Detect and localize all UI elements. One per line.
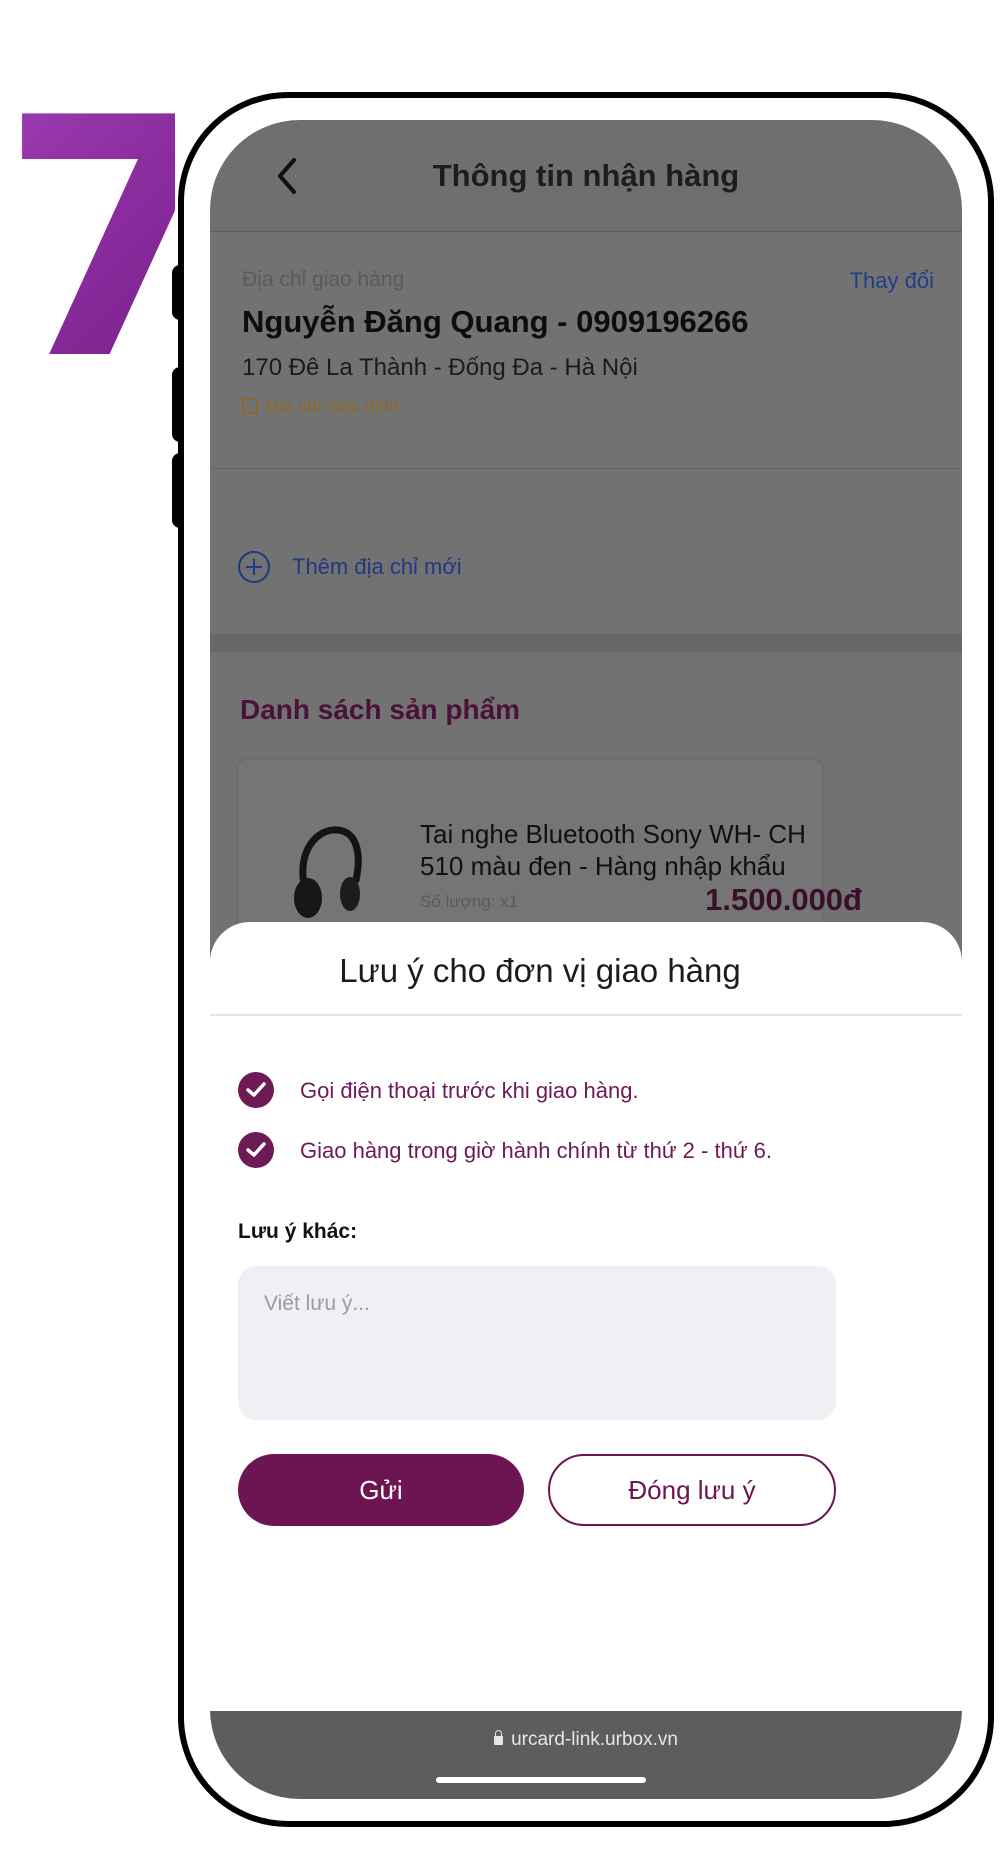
default-address-label: Địa chỉ mặc định (266, 396, 400, 416)
other-note-label: Lưu ý khác: (238, 1220, 358, 1243)
url-display[interactable]: urcard-link.urbox.vn (210, 1729, 962, 1751)
home-indicator[interactable] (436, 1777, 646, 1783)
note-textarea[interactable] (238, 1266, 836, 1420)
address-label: Địa chỉ giao hàng (242, 268, 405, 291)
close-note-button[interactable]: Đóng lưu ý (548, 1454, 836, 1526)
shipping-address-section: Địa chỉ giao hàng Thay đổi Nguyễn Đăng Q… (210, 232, 962, 469)
note-option-label[interactable]: Giao hàng trong giờ hành chính từ thứ 2 … (300, 1138, 772, 1164)
default-address-tag: Địa chỉ mặc định (242, 396, 399, 417)
product-quantity: Số lượng: x1 (420, 892, 519, 911)
phone-screen: Thông tin nhận hàng Địa chỉ giao hàng Th… (210, 120, 962, 1799)
lock-icon (494, 1730, 504, 1745)
street-address: 170 Đê La Thành - Đống Đa - Hà Nội (242, 354, 638, 381)
url-text: urcard-link.urbox.vn (511, 1729, 678, 1750)
browser-bar: urcard-link.urbox.vn (210, 1711, 962, 1799)
sheet-title: Lưu ý cho đơn vị giao hàng (339, 952, 741, 989)
product-price: 1.500.000đ (705, 882, 862, 917)
recipient-name-phone: Nguyễn Đăng Quang - 0909196266 (242, 304, 749, 339)
phone-frame: Thông tin nhận hàng Địa chỉ giao hàng Th… (178, 92, 994, 1827)
add-address-label[interactable]: Thêm địa chỉ mới (292, 554, 462, 580)
delivery-note-sheet: Lưu ý cho đơn vị giao hàng Gọi điện thoạ… (210, 922, 962, 1722)
page-title: Thông tin nhận hàng (432, 158, 740, 193)
note-option-label[interactable]: Gọi điện thoại trước khi giao hàng. (300, 1078, 639, 1104)
product-name: Tai nghe Bluetooth Sony WH- CH 510 màu đ… (420, 819, 806, 881)
plus-circle-icon (238, 551, 270, 583)
sheet-divider (210, 1014, 962, 1016)
send-button[interactable]: Gửi (238, 1454, 524, 1526)
app-header: Thông tin nhận hàng (210, 120, 962, 232)
add-address-section[interactable]: Thêm địa chỉ mới (210, 469, 962, 634)
home-icon (242, 398, 258, 414)
change-address-link[interactable]: Thay đổi (850, 268, 934, 294)
section-divider (210, 634, 962, 652)
check-circle-icon[interactable] (238, 1132, 274, 1168)
headphone-icon (294, 826, 362, 918)
check-circle-icon[interactable] (238, 1072, 274, 1108)
step-number: 7 (0, 48, 230, 432)
product-list-title: Danh sách sản phẩm (240, 694, 521, 725)
